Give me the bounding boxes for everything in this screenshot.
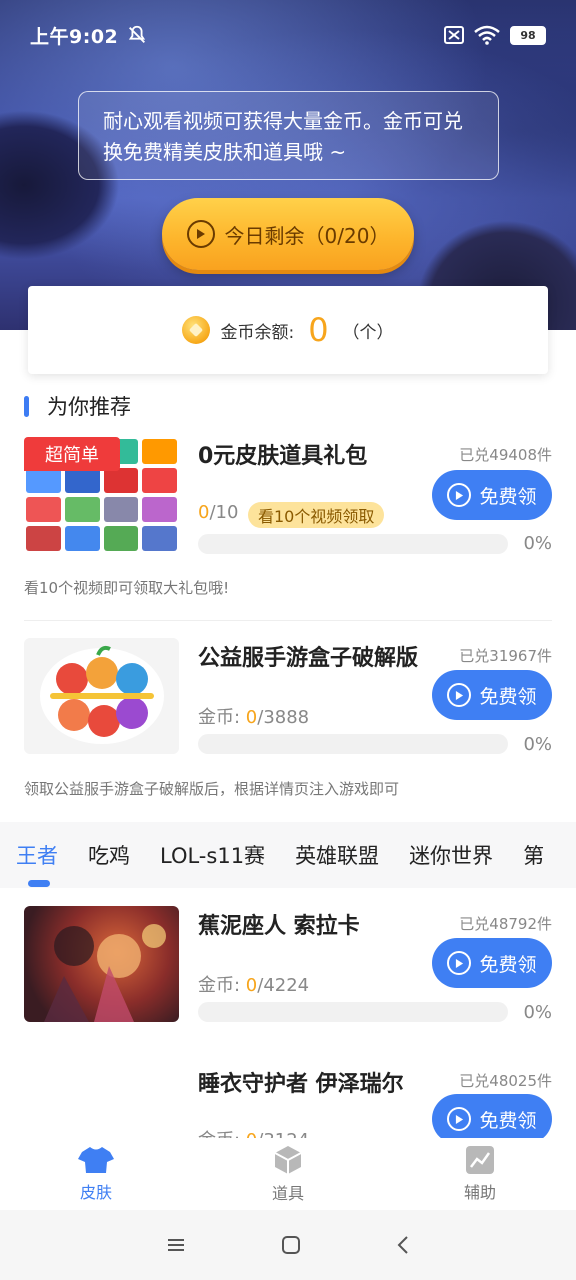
tab-chiji[interactable]: 吃鸡 <box>88 840 130 870</box>
progress-current: 0 <box>198 502 210 523</box>
today-remaining-button[interactable]: 今日剩余（0/20） <box>162 198 414 270</box>
play-icon <box>186 220 215 248</box>
divider <box>24 620 552 621</box>
info-box: 耐心观看视频可获得大量金币。金币可兑换免费精美皮肤和道具哦 ~ <box>78 91 499 180</box>
easy-badge: 超简单 <box>24 437 120 471</box>
status-time: 上午9:02 <box>30 25 119 48</box>
free-claim-button[interactable]: 免费领 <box>432 470 552 520</box>
system-nav-bar <box>0 1210 576 1280</box>
progress-total: /3888 <box>257 707 310 728</box>
progress-total: /10 <box>209 502 239 523</box>
coin-balance-unit: （个） <box>342 322 394 343</box>
free-claim-label: 免费领 <box>479 685 537 708</box>
tab-miniworld[interactable]: 迷你世界 <box>409 840 493 870</box>
progress-current: 0 <box>245 975 258 996</box>
cube-icon <box>274 1146 302 1174</box>
nav-props-label: 道具 <box>271 1184 304 1203</box>
nav-skins-label: 皮肤 <box>79 1183 112 1202</box>
play-icon <box>447 683 472 707</box>
wifi-icon <box>474 25 500 45</box>
progress-total: /4224 <box>257 975 310 996</box>
free-claim-button[interactable]: 免费领 <box>432 938 552 988</box>
bottom-nav: 皮肤 道具 辅助 <box>0 1138 576 1210</box>
play-icon <box>447 1107 472 1131</box>
progress-text: 金币: 0/3888 <box>198 703 309 729</box>
nav-props[interactable]: 道具 <box>228 1144 348 1204</box>
progress-percent: 0% <box>523 734 552 755</box>
status-icons: 98 <box>444 25 546 45</box>
section-marker <box>24 395 29 417</box>
skin-artwork <box>44 924 166 1022</box>
chart-icon <box>466 1146 494 1174</box>
progress-text: 0/10 <box>198 502 238 523</box>
nav-assist-label: 辅助 <box>463 1183 496 1202</box>
battery-icon: 98 <box>510 25 546 45</box>
progress-percent: 0% <box>523 533 552 554</box>
section-title-text: 为你推荐 <box>47 395 131 419</box>
video-tag: 看10个视频领取 <box>248 502 385 528</box>
coin-icon <box>182 316 211 344</box>
menu-icon[interactable] <box>166 1237 186 1253</box>
free-claim-label: 免费领 <box>479 485 537 508</box>
tab-lol[interactable]: 英雄联盟 <box>295 840 379 870</box>
coin-balance-card: 金币余额: 0 （个） <box>28 286 548 374</box>
section-title: 为你推荐 <box>24 390 131 422</box>
progress-percent: 0% <box>523 1002 552 1023</box>
sim-icon <box>444 26 464 44</box>
redeemed-count: 已兑31967件 <box>459 647 552 665</box>
free-claim-label: 免费领 <box>479 1109 537 1132</box>
free-claim-button[interactable]: 免费领 <box>432 670 552 720</box>
item-title: 0元皮肤道具礼包 <box>198 444 368 469</box>
free-claim-label: 免费领 <box>479 953 537 976</box>
game-box-thumbnail <box>24 638 179 754</box>
active-tab-indicator <box>28 880 50 887</box>
tab-lol-s11[interactable]: LOL-s11赛 <box>160 840 265 870</box>
progress-bar <box>198 1002 508 1022</box>
tab-wangzhe[interactable]: 王者 <box>16 840 58 870</box>
coin-label: 金币: <box>198 975 246 996</box>
back-icon[interactable] <box>396 1235 410 1255</box>
nav-skins[interactable]: 皮肤 <box>36 1145 156 1203</box>
status-bar: 上午9:02 98 <box>0 0 576 70</box>
redeemed-count: 已兑48025件 <box>459 1072 552 1090</box>
item-title: 睡衣守护者 伊泽瑞尔 <box>198 1072 404 1097</box>
item-title: 公益服手游盒子破解版 <box>198 646 419 671</box>
today-remaining-label: 今日剩余（0/20） <box>224 223 390 248</box>
mute-bell-icon <box>129 25 146 43</box>
skin-thumbnail <box>24 906 179 1022</box>
item-description: 领取公益服手游盒子破解版后，根据详情页注入游戏即可 <box>24 780 400 798</box>
progress-current: 0 <box>245 707 258 728</box>
item-title: 蕉泥座人 索拉卡 <box>198 914 360 939</box>
tshirt-icon <box>78 1147 114 1173</box>
progress-bar <box>198 534 508 554</box>
play-icon <box>447 483 472 507</box>
tab-more[interactable]: 第 <box>523 840 544 870</box>
game-box-logo <box>39 645 164 744</box>
redeemed-count: 已兑49408件 <box>459 446 552 464</box>
free-claim-button[interactable]: 免费领 <box>432 1094 552 1144</box>
coin-balance-value: 0 <box>308 311 329 349</box>
progress-text: 金币: 0/4224 <box>198 971 309 997</box>
item-description: 看10个视频即可领取大礼包哦! <box>24 579 230 597</box>
category-tabs: 王者 吃鸡 LOL-s11赛 英雄联盟 迷你世界 第 <box>0 822 576 888</box>
progress-bar <box>198 734 508 754</box>
redeemed-count: 已兑48792件 <box>459 915 552 933</box>
home-icon[interactable] <box>281 1235 301 1255</box>
coin-balance-label: 金币余额: <box>220 322 295 343</box>
play-icon <box>447 951 472 975</box>
coin-label: 金币: <box>198 707 246 728</box>
nav-assist[interactable]: 辅助 <box>420 1145 540 1203</box>
